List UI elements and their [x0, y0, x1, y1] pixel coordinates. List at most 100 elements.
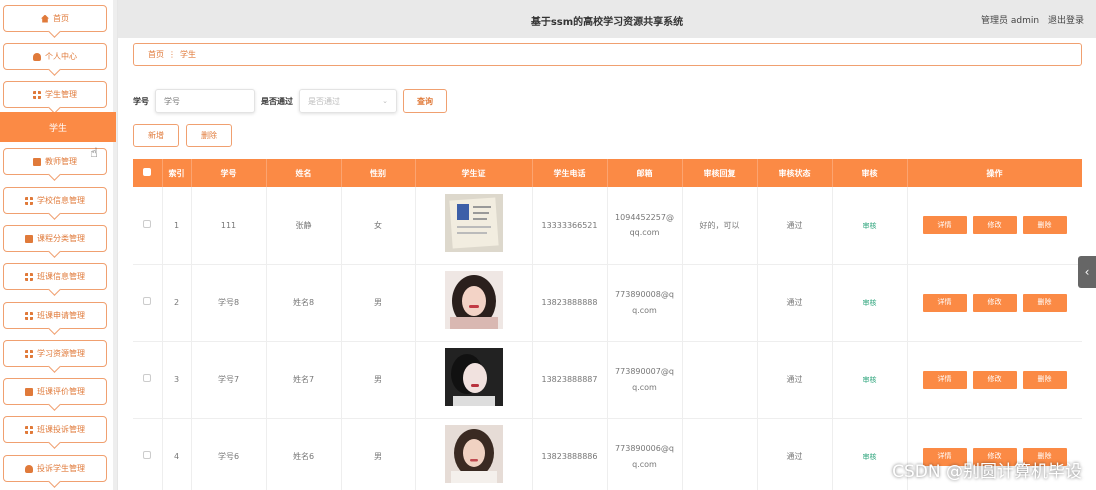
review-link[interactable]: 审核 — [863, 453, 877, 461]
cell-phone: 13823888886 — [532, 418, 608, 490]
cell-name: 姓名7 — [266, 341, 342, 419]
grid-icon — [25, 272, 33, 281]
logout-link[interactable]: 退出登录 — [1048, 16, 1084, 26]
top-header: 基于ssm的高校学习资源共享系统 管理员 admin 退出登录 — [118, 0, 1096, 38]
collapse-panel-button[interactable]: ‹ — [1078, 256, 1096, 288]
cell-name: 姓名6 — [266, 418, 342, 490]
sidebar-item-course-category[interactable]: 课程分类管理 — [3, 225, 107, 252]
table-row: 2 学号8 姓名8 男 13823888888 773890008@qq.com… — [133, 264, 1082, 342]
chevron-left-icon: ‹ — [1084, 265, 1090, 279]
col-header: 操作 — [907, 159, 1082, 187]
cell-gender: 男 — [341, 418, 416, 490]
user-area: 管理员 admin 退出登录 — [975, 13, 1084, 26]
sidebar-item-class-application[interactable]: 班课申请管理 — [3, 302, 107, 329]
col-header: 姓名 — [266, 159, 342, 187]
student-id-label: 学号 — [133, 96, 149, 106]
cell-index: 1 — [162, 187, 192, 265]
detail-button[interactable]: 详情 — [922, 370, 967, 389]
edit-button[interactable]: 修改 — [972, 293, 1017, 312]
student-id-input[interactable] — [155, 89, 255, 113]
col-header: 学生证 — [415, 159, 533, 187]
student-card-image[interactable] — [444, 424, 503, 483]
clipboard-icon — [33, 157, 41, 166]
row-checkbox[interactable] — [133, 187, 163, 265]
sidebar-item-complaint-student[interactable]: 投诉学生管理 — [3, 455, 107, 482]
sidebar-item-class-complaint[interactable]: 班课投诉管理 — [3, 416, 107, 443]
row-checkbox[interactable] — [133, 418, 163, 490]
col-header: 学号 — [191, 159, 267, 187]
student-card-image[interactable] — [444, 193, 503, 252]
cell-email: 773890006@qq.com — [607, 418, 683, 490]
user-label: 管理员 admin — [981, 16, 1040, 26]
student-card-image[interactable] — [444, 270, 503, 329]
sidebar-item-class-evaluation[interactable]: 班课评价管理 — [3, 378, 107, 405]
add-button[interactable]: 新增 — [133, 124, 179, 147]
col-header: 学生电话 — [532, 159, 608, 187]
pass-status-select[interactable]: 是否通过 ⌄ — [299, 89, 397, 113]
person-icon — [25, 464, 33, 473]
edit-button[interactable]: 修改 — [972, 216, 1017, 235]
breadcrumb-current: 学生 — [180, 50, 196, 59]
review-link[interactable]: 审核 — [863, 222, 877, 230]
sidebar-item-learning-resources[interactable]: 学习资源管理 — [3, 340, 107, 367]
cell-review-status: 通过 — [757, 187, 833, 265]
breadcrumb-separator: ⋮ — [168, 50, 176, 59]
cell-student-id: 111 — [191, 187, 267, 265]
cell-review: 审核 — [832, 341, 908, 419]
cell-review: 审核 — [832, 264, 908, 342]
grid-icon — [25, 196, 33, 205]
cell-gender: 男 — [341, 341, 416, 419]
table-header-row: 索引 学号 姓名 性别 学生证 学生电话 邮箱 审核回复 审核状态 审核 操作 — [133, 159, 1082, 187]
delete-button[interactable]: 删除 — [1022, 293, 1067, 312]
query-button[interactable]: 查询 — [403, 89, 447, 113]
cell-index: 4 — [162, 418, 192, 490]
row-checkbox[interactable] — [133, 341, 163, 419]
delete-button[interactable]: 删除 — [1022, 370, 1067, 389]
list-icon — [25, 234, 33, 243]
sidebar-scrollbar[interactable] — [113, 0, 117, 490]
sidebar-item-student[interactable]: 学生 — [0, 112, 116, 142]
cell-actions: 详情 修改 删除 — [907, 341, 1082, 419]
col-header: 邮箱 — [607, 159, 683, 187]
watermark: CSDN @别圆计算机毕设 — [892, 462, 1082, 482]
cell-gender: 男 — [341, 264, 416, 342]
select-all-checkbox[interactable] — [133, 159, 163, 187]
cell-review-status: 通过 — [757, 341, 833, 419]
chevron-down-icon: ⌄ — [382, 97, 388, 105]
cell-phone: 13333366521 — [532, 187, 608, 265]
batch-delete-button[interactable]: 删除 — [186, 124, 232, 147]
cell-review-reply — [682, 264, 758, 342]
table-row: 3 学号7 姓名7 男 13823888887 773890007@qq.com… — [133, 341, 1082, 419]
grid-icon — [25, 311, 33, 320]
sidebar-item-home[interactable]: 首页 — [3, 5, 107, 32]
cell-phone: 13823888887 — [532, 341, 608, 419]
row-checkbox[interactable] — [133, 264, 163, 342]
sidebar-item-school-info[interactable]: 学校信息管理 — [3, 187, 107, 214]
detail-button[interactable]: 详情 — [922, 216, 967, 235]
cell-email: 773890007@qq.com — [607, 341, 683, 419]
cell-student-card — [415, 418, 533, 490]
review-link[interactable]: 审核 — [863, 299, 877, 307]
sidebar-item-profile[interactable]: 个人中心 — [3, 43, 107, 70]
cell-name: 张静 — [266, 187, 342, 265]
col-header: 审核回复 — [682, 159, 758, 187]
cell-student-card — [415, 341, 533, 419]
delete-button[interactable]: 删除 — [1022, 216, 1067, 235]
review-link[interactable]: 审核 — [863, 376, 877, 384]
sidebar: 首页 个人中心 学生管理 学生 教师管理 学校信息管理 课程分类管理 班课信息管… — [0, 0, 118, 490]
sidebar-item-class-info[interactable]: 班课信息管理 — [3, 263, 107, 290]
grid-icon — [33, 90, 41, 99]
home-icon — [41, 14, 49, 23]
thumb-icon — [25, 387, 33, 396]
cell-review-reply — [682, 341, 758, 419]
table-row: 1 111 张静 女 13333366521 1094452257@qq.com… — [133, 187, 1082, 265]
cell-actions: 详情 修改 删除 — [907, 187, 1082, 265]
student-card-image[interactable] — [444, 347, 503, 406]
cell-gender: 女 — [341, 187, 416, 265]
student-table: 索引 学号 姓名 性别 学生证 学生电话 邮箱 审核回复 审核状态 审核 操作 … — [133, 159, 1082, 490]
edit-button[interactable]: 修改 — [972, 370, 1017, 389]
breadcrumb-home[interactable]: 首页 — [148, 49, 164, 60]
cell-email: 773890008@qq.com — [607, 264, 683, 342]
detail-button[interactable]: 详情 — [922, 293, 967, 312]
sidebar-item-student-management[interactable]: 学生管理 — [3, 81, 107, 108]
